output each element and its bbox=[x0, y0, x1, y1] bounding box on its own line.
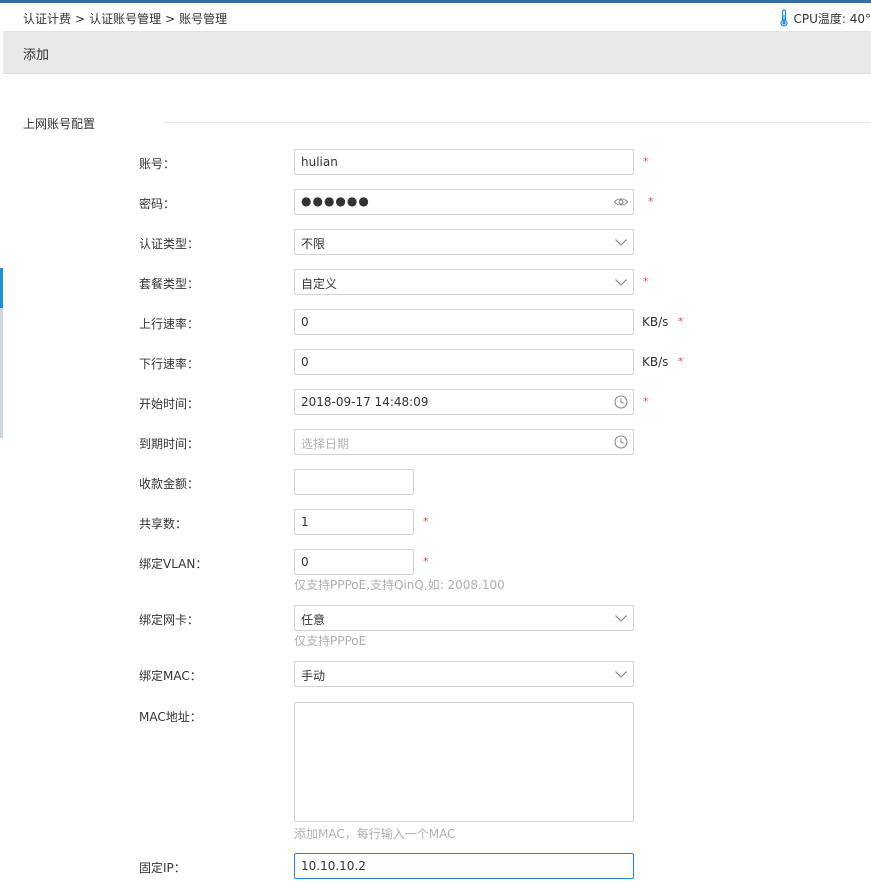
package-label: 套餐类型： bbox=[139, 277, 200, 291]
fixed-ip-label: 固定IP： bbox=[139, 861, 186, 875]
form-row-vlan: 绑定VLAN： 0 * bbox=[0, 549, 871, 575]
breadcrumb-separator: > bbox=[165, 12, 176, 26]
form-row-password: 密码： ●●●●●● * bbox=[0, 189, 871, 215]
end-time-placeholder: 选择日期 bbox=[301, 437, 350, 451]
breadcrumb-separator: > bbox=[75, 12, 86, 26]
up-rate-value: 0 bbox=[301, 315, 309, 329]
auth-type-select[interactable]: 不限 bbox=[294, 229, 634, 255]
form-row-end-time: 到期时间： 选择日期 bbox=[0, 429, 871, 455]
password-input[interactable]: ●●●●●● bbox=[294, 189, 634, 215]
cpu-temperature-text: CPU温度: 40° bbox=[793, 11, 871, 26]
form-row-account: 账号： hulian * bbox=[0, 149, 871, 175]
chevron-down-icon bbox=[615, 671, 627, 678]
nic-label: 绑定网卡： bbox=[139, 613, 200, 627]
fixed-ip-input[interactable]: 10.10.10.2 bbox=[294, 853, 634, 879]
form-row-start-time: 开始时间： 2018-09-17 14:48:09 * bbox=[0, 389, 871, 415]
required-mark: * bbox=[678, 315, 684, 328]
nic-select[interactable]: 任意 bbox=[294, 605, 634, 631]
account-value: hulian bbox=[301, 155, 338, 169]
clock-icon[interactable] bbox=[613, 394, 629, 410]
nic-value: 任意 bbox=[301, 613, 326, 627]
breadcrumb-item-current: 账号管理 bbox=[179, 12, 228, 26]
down-rate-label: 下行速率： bbox=[139, 357, 200, 371]
vlan-hint: 仅支持PPPoE,支持QinQ,如: 2008.100 bbox=[294, 578, 505, 592]
breadcrumb-item-account-mgmt[interactable]: 认证账号管理 bbox=[89, 12, 161, 26]
shares-input[interactable]: 1 bbox=[294, 509, 414, 535]
package-select[interactable]: 自定义 bbox=[294, 269, 634, 295]
section-title: 上网账号配置 bbox=[23, 117, 96, 131]
required-mark: * bbox=[423, 555, 429, 568]
form-row-bind-mac: 绑定MAC： 手动 bbox=[0, 661, 871, 687]
form-row-nic: 绑定网卡： 任意 bbox=[0, 605, 871, 631]
vlan-input[interactable]: 0 bbox=[294, 549, 414, 575]
header-bar: 认证计费 > 认证账号管理 > 账号管理 CPU温度: 40° bbox=[0, 3, 871, 31]
bind-mac-value: 手动 bbox=[301, 669, 326, 683]
package-value: 自定义 bbox=[301, 277, 338, 291]
password-label: 密码： bbox=[139, 197, 176, 211]
form-row-amount: 收款金额： bbox=[0, 469, 871, 495]
bind-mac-label: 绑定MAC： bbox=[139, 669, 202, 683]
form-row-package: 套餐类型： 自定义 * bbox=[0, 269, 871, 295]
required-mark: * bbox=[648, 195, 654, 208]
start-time-label: 开始时间： bbox=[139, 397, 200, 411]
end-time-picker[interactable]: 选择日期 bbox=[294, 429, 634, 455]
eye-icon[interactable] bbox=[613, 194, 629, 210]
form-row-auth-type: 认证类型： 不限 bbox=[0, 229, 871, 255]
password-value: ●●●●●● bbox=[301, 194, 370, 208]
form-row-up-rate: 上行速率： 0 KB/s * bbox=[0, 309, 871, 335]
form-row-down-rate: 下行速率： 0 KB/s * bbox=[0, 349, 871, 375]
down-rate-unit: KB/s bbox=[642, 355, 669, 369]
shares-value: 1 bbox=[301, 515, 309, 529]
account-input[interactable]: hulian bbox=[294, 149, 634, 175]
page-title: 添加 bbox=[23, 48, 50, 63]
vlan-value: 0 bbox=[301, 555, 309, 569]
vlan-label: 绑定VLAN： bbox=[139, 557, 208, 571]
chevron-down-icon bbox=[615, 239, 627, 246]
form-row-shares: 共享数： 1 * bbox=[0, 509, 871, 535]
mac-address-hint: 添加MAC，每行输入一个MAC bbox=[294, 827, 456, 841]
down-rate-input[interactable]: 0 bbox=[294, 349, 634, 375]
bind-mac-select[interactable]: 手动 bbox=[294, 661, 634, 687]
up-rate-input[interactable]: 0 bbox=[294, 309, 634, 335]
breadcrumb: 认证计费 > 认证账号管理 > 账号管理 bbox=[23, 10, 227, 27]
amount-input[interactable] bbox=[294, 469, 414, 495]
breadcrumb-item-billing[interactable]: 认证计费 bbox=[23, 12, 71, 26]
required-mark: * bbox=[643, 275, 649, 288]
required-mark: * bbox=[423, 515, 429, 528]
mac-address-textarea[interactable] bbox=[294, 702, 634, 822]
chevron-down-icon bbox=[615, 615, 627, 622]
fixed-ip-value: 10.10.10.2 bbox=[301, 859, 366, 873]
mac-address-label: MAC地址： bbox=[139, 710, 202, 724]
required-mark: * bbox=[643, 395, 649, 408]
up-rate-label: 上行速率： bbox=[139, 317, 200, 331]
form-row-fixed-ip: 固定IP： 10.10.10.2 bbox=[0, 853, 871, 879]
cpu-temperature: CPU温度: 40° bbox=[778, 9, 871, 27]
auth-type-value: 不限 bbox=[301, 237, 326, 251]
auth-type-label: 认证类型： bbox=[139, 237, 200, 251]
chevron-down-icon bbox=[615, 279, 627, 286]
thermometer-icon bbox=[780, 9, 789, 27]
section-divider bbox=[163, 122, 871, 123]
nic-hint: 仅支持PPPoE bbox=[294, 634, 367, 648]
start-time-value: 2018-09-17 14:48:09 bbox=[301, 395, 429, 409]
end-time-label: 到期时间： bbox=[139, 437, 200, 451]
page-title-bar: 添加 bbox=[3, 31, 871, 74]
down-rate-value: 0 bbox=[301, 355, 309, 369]
account-label: 账号： bbox=[139, 157, 176, 171]
up-rate-unit: KB/s bbox=[642, 315, 669, 329]
required-mark: * bbox=[643, 155, 649, 168]
shares-label: 共享数： bbox=[139, 517, 188, 531]
amount-label: 收款金额： bbox=[139, 477, 200, 491]
start-time-picker[interactable]: 2018-09-17 14:48:09 bbox=[294, 389, 634, 415]
clock-icon[interactable] bbox=[613, 434, 629, 450]
required-mark: * bbox=[678, 355, 684, 368]
